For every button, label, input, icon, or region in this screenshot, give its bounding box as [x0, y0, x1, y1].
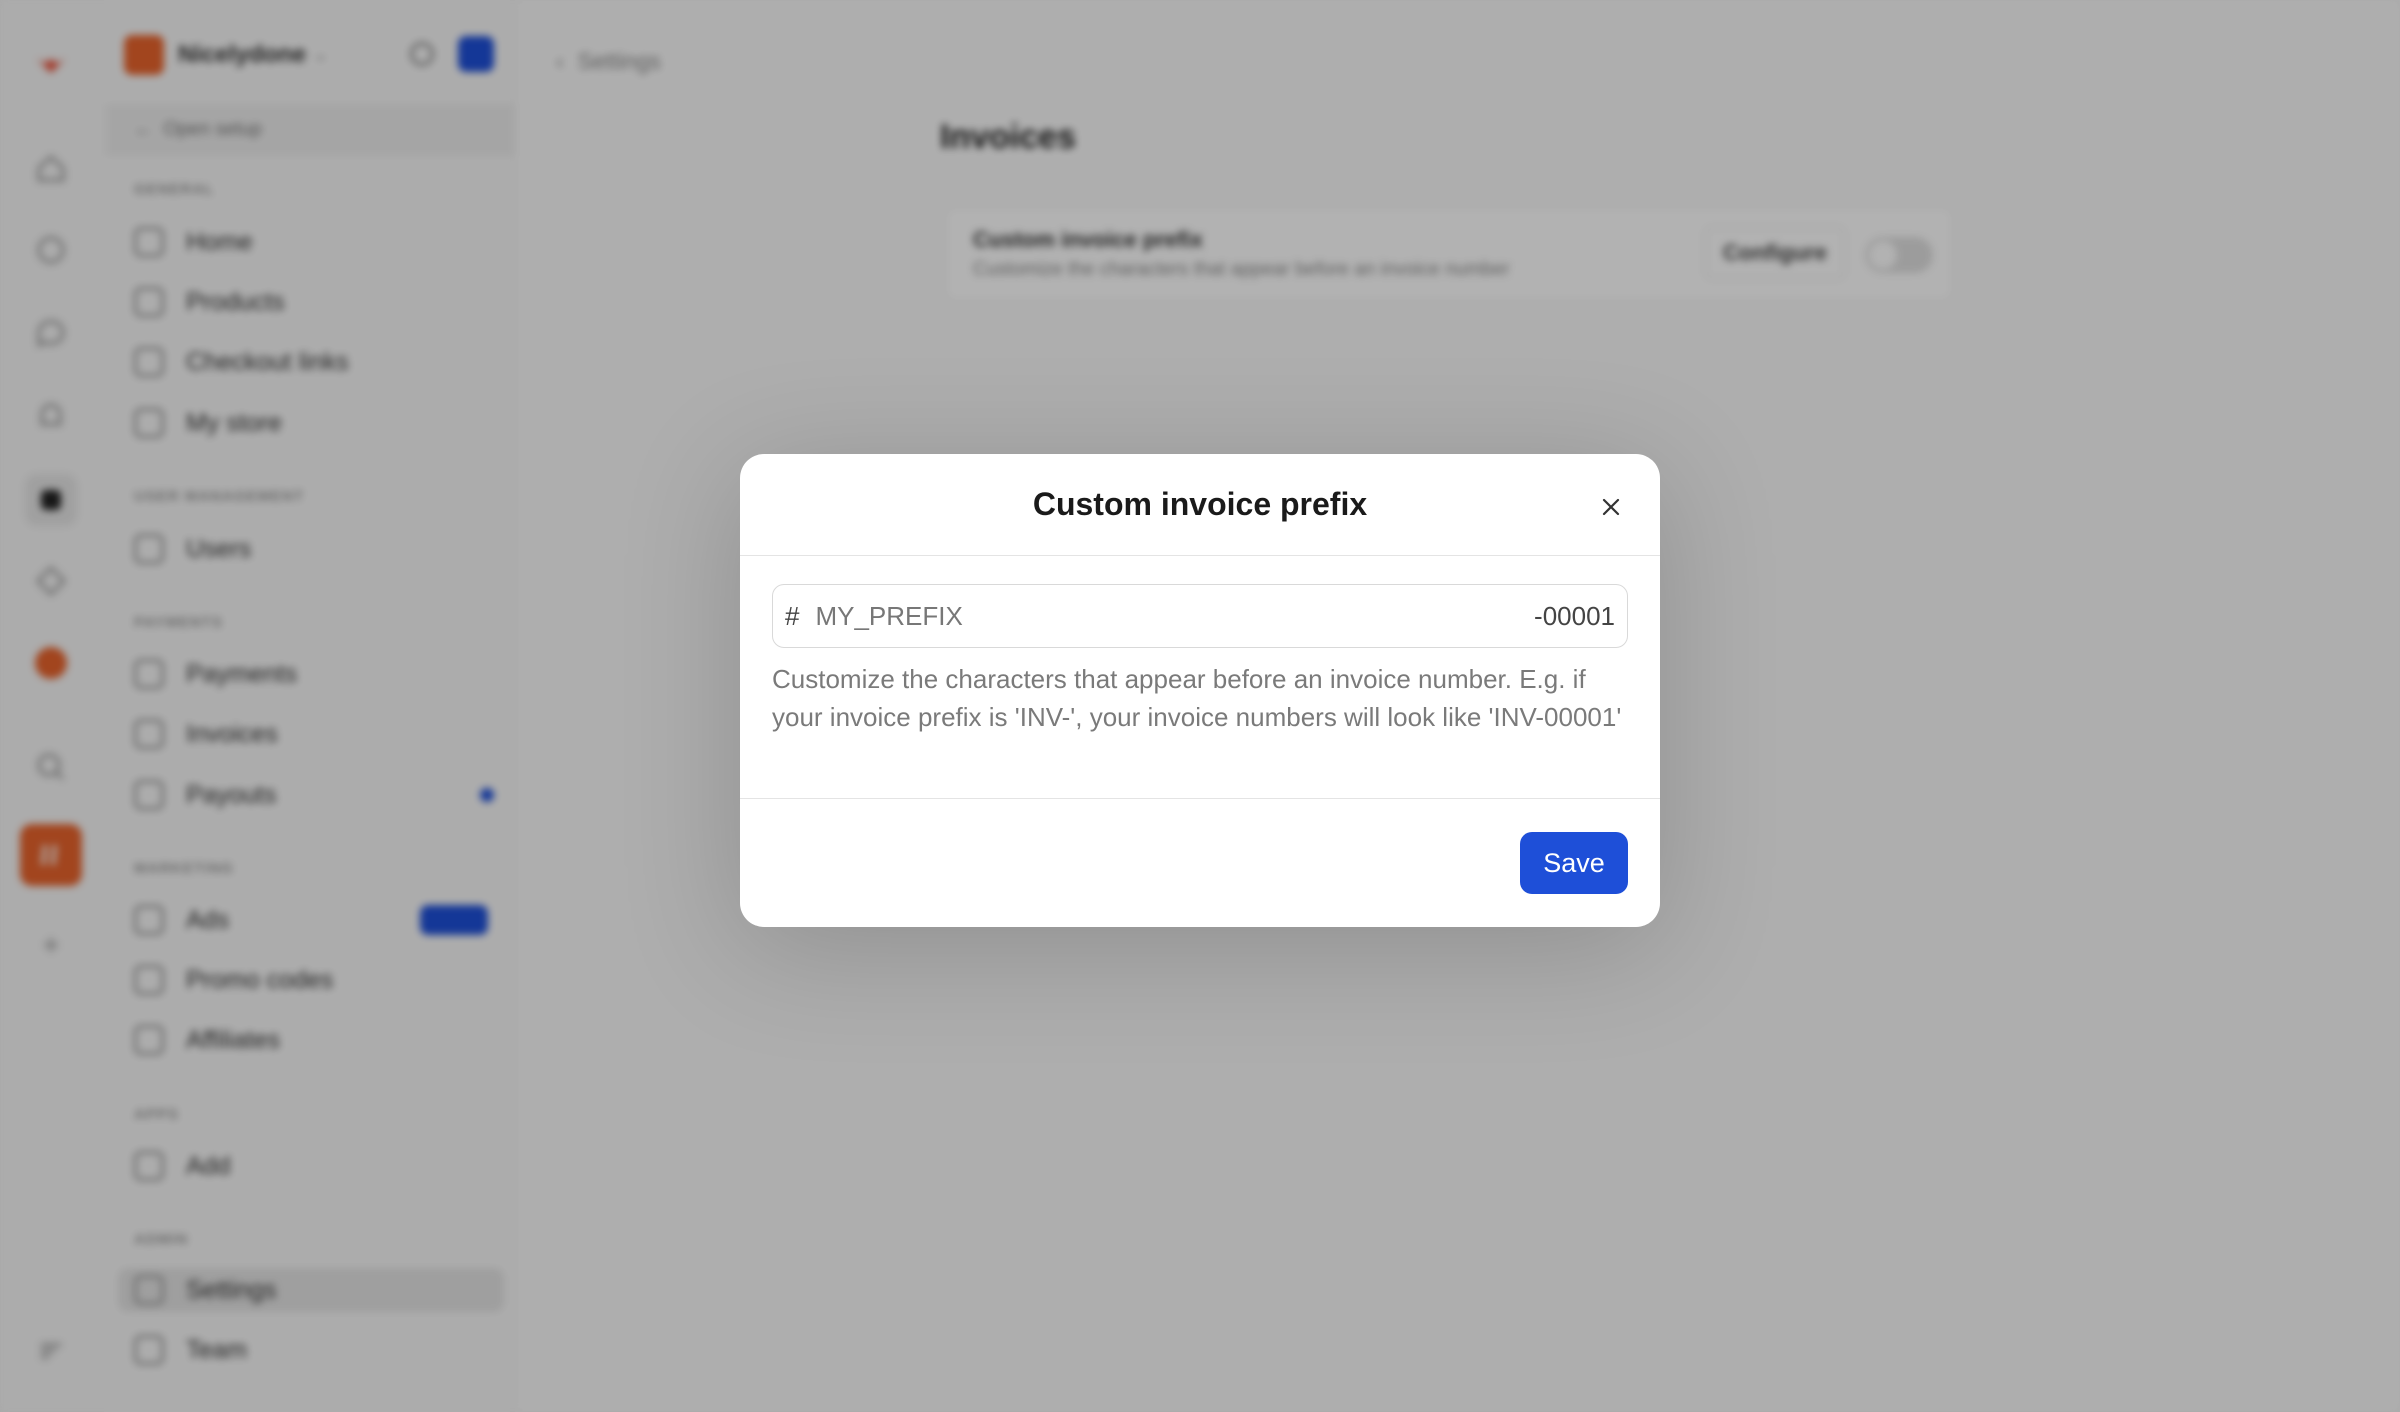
footer-divider [740, 798, 1660, 799]
dialog-header: Custom invoice prefix [740, 454, 1660, 556]
invoice-number-suffix: -00001 [1534, 600, 1615, 631]
save-button[interactable]: Save [1520, 832, 1628, 894]
prefix-input[interactable] [815, 600, 1535, 632]
close-button[interactable] [1594, 490, 1628, 524]
hash-prefix-symbol: # [785, 600, 800, 631]
prefix-field[interactable]: # -00001 [772, 584, 1628, 648]
dialog-title: Custom invoice prefix [1032, 486, 1368, 522]
custom-prefix-dialog: Custom invoice prefix # -00001 Customize… [740, 454, 1660, 927]
prefix-help-text: Customize the characters that appear bef… [772, 664, 1622, 732]
close-icon [1602, 498, 1620, 516]
